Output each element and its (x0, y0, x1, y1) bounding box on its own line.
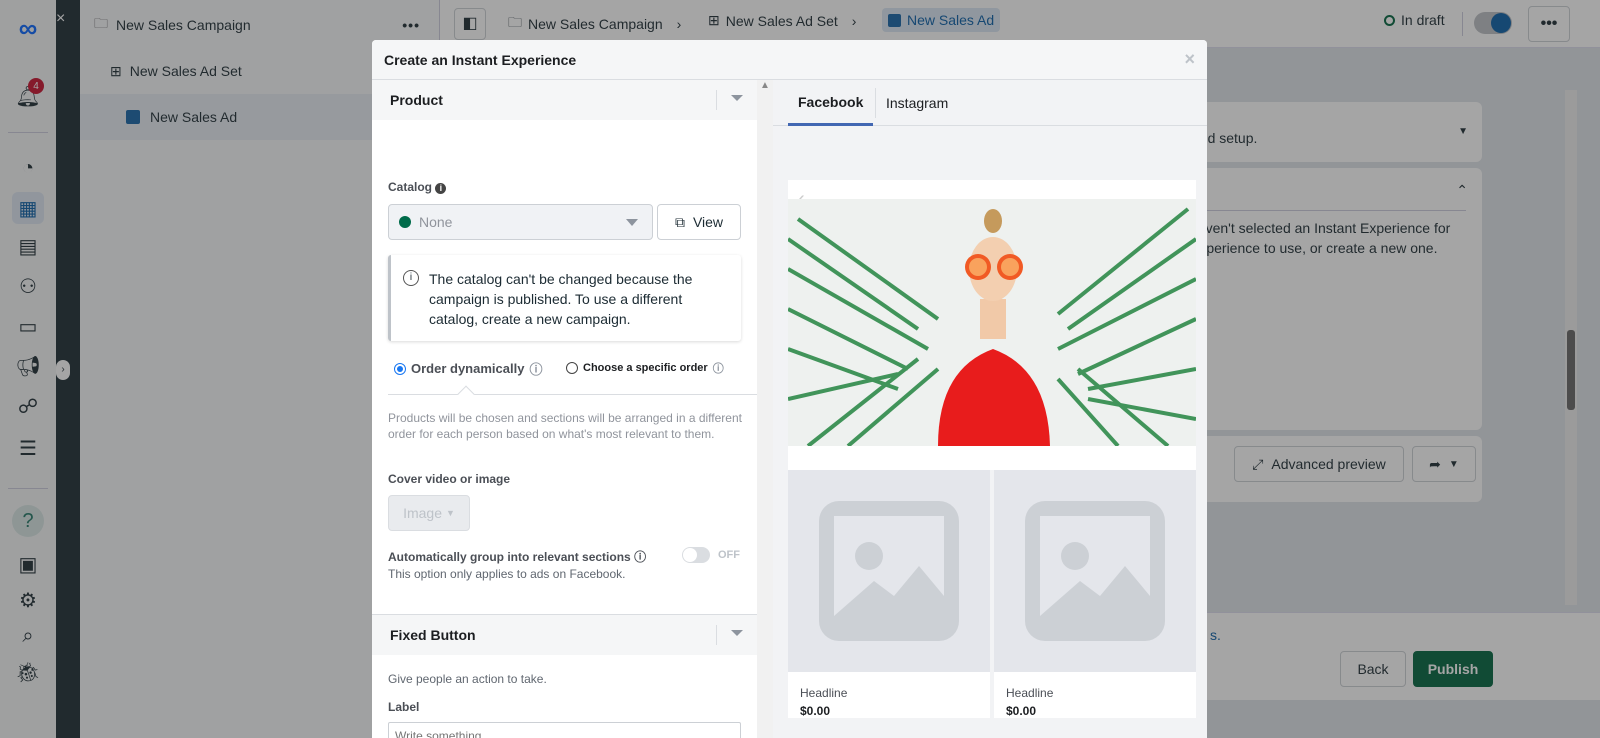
auto-group-label: Automatically group into relevant sectio… (388, 550, 647, 564)
radio-label: Order dynamically (411, 361, 525, 376)
catalog-notice: i The catalog can't be changed because t… (388, 255, 741, 341)
settings-column: Product Catalog i None ⧉ View i The catal… (372, 80, 757, 738)
info-icon: ⓘ (712, 363, 724, 375)
catalog-status-dot (399, 216, 411, 228)
caret-down-icon: ▼ (446, 508, 455, 518)
external-link-icon: ⧉ (674, 213, 685, 230)
fixed-button-section-header[interactable]: Fixed Button (372, 615, 757, 655)
info-circle-icon: i (403, 270, 419, 286)
dialog-header: Create an Instant Experience × (372, 40, 1207, 80)
radio-selected-icon (394, 362, 406, 375)
dialog-title: Create an Instant Experience (384, 51, 577, 68)
info-icon: ⓘ (634, 550, 647, 564)
product-tile[interactable]: Headline $0.00 (994, 470, 1196, 718)
auto-group-toggle[interactable] (682, 547, 710, 563)
product-headline: Headline (1006, 686, 1054, 700)
instant-experience-preview: ‹ Headline $0.00 (788, 180, 1196, 738)
section-title: Product (390, 92, 443, 108)
product-price: $0.00 (800, 704, 831, 718)
cover-value: Image (403, 505, 442, 521)
info-icon: i (435, 183, 447, 194)
preview-column: Facebook Instagram ‹ Headline (773, 80, 1207, 738)
collapse-caret-icon (731, 630, 743, 636)
product-price: $0.00 (1006, 704, 1037, 718)
image-placeholder-icon (994, 470, 1196, 672)
create-instant-experience-dialog: Create an Instant Experience × Product C… (372, 40, 1207, 738)
product-headline: Headline (800, 686, 848, 700)
product-tile[interactable]: Headline $0.00 (788, 470, 990, 718)
collapse-caret-icon (731, 95, 743, 101)
tab-instagram[interactable]: Instagram (875, 88, 958, 118)
order-description: Products will be chosen and sections wil… (388, 411, 742, 441)
cover-image (788, 199, 1196, 446)
product-section-header[interactable]: Product (372, 80, 757, 120)
tab-facebook[interactable]: Facebook (788, 80, 874, 126)
order-dynamically-radio[interactable]: Order dynamically ⓘ (394, 359, 542, 378)
cover-label: Cover video or image (388, 472, 511, 486)
catalog-dropdown[interactable]: None (388, 204, 653, 240)
notice-text: The catalog can't be changed because the… (429, 271, 693, 327)
cover-type-dropdown[interactable]: Image ▼ (388, 495, 470, 531)
caret-down-icon (626, 219, 638, 226)
close-dialog-button[interactable]: × (1184, 49, 1195, 70)
specific-order-radio[interactable]: Choose a specific order ⓘ (566, 360, 724, 376)
info-icon: ⓘ (529, 362, 543, 377)
scroll-up-arrow-icon[interactable]: ▲ (757, 80, 773, 91)
label-field-label: Label (388, 700, 420, 714)
button-label-input[interactable] (388, 722, 741, 738)
catalog-value: None (419, 214, 453, 230)
view-catalog-button[interactable]: ⧉ View (657, 204, 741, 240)
toggle-state: OFF (718, 549, 740, 561)
radio-label: Choose a specific order (583, 362, 708, 374)
image-placeholder-icon (788, 470, 990, 672)
view-label: View (692, 214, 724, 230)
catalog-label: Catalog i (388, 180, 447, 194)
settings-scrollbar[interactable]: ▲ (757, 80, 773, 738)
auto-group-note: This option only applies to ads on Faceb… (388, 567, 626, 581)
radio-unselected-icon (566, 362, 578, 374)
section-title: Fixed Button (390, 627, 476, 643)
fixed-button-description: Give people an action to take. (388, 672, 547, 686)
